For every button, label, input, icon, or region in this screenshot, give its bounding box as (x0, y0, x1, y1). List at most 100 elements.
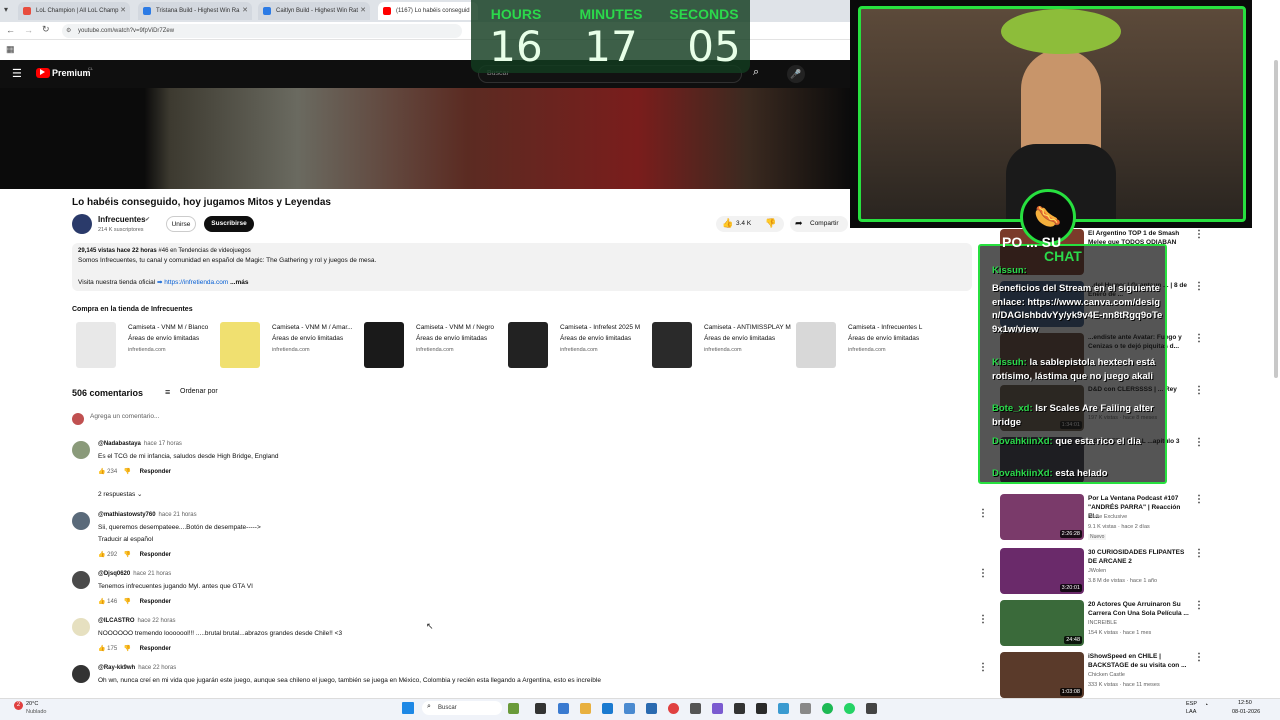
like-icon[interactable]: 👍 (98, 599, 105, 605)
more-options-icon[interactable]: ⋮ (1194, 600, 1204, 611)
more-options-icon[interactable]: ⋮ (1194, 281, 1204, 292)
reply-button[interactable]: Responder (140, 469, 171, 475)
channel-avatar[interactable] (72, 214, 92, 234)
reply-button[interactable]: Responder (140, 646, 171, 652)
close-icon[interactable]: ✕ (120, 2, 126, 20)
clock-time[interactable]: 12:50 (1238, 700, 1252, 706)
recommended-video[interactable]: 2:26:28 Por La Ventana Podcast #107 "ANDR… (1000, 494, 1210, 542)
taskbar-app-icon[interactable] (756, 703, 767, 714)
like-icon[interactable]: 👍 (722, 218, 733, 229)
browser-tab[interactable]: LoL Champion | All LoL Champ ✕ (18, 2, 130, 20)
url-field[interactable]: youtube.com/watch?v=9fpViDr7Zew (62, 24, 462, 38)
like-icon[interactable]: 👍 (98, 552, 105, 558)
close-icon[interactable]: ✕ (242, 2, 248, 20)
shop-product[interactable]: Camiseta - Infrefest 2025 M Áreas de enví… (508, 322, 648, 370)
recommended-video[interactable]: 24:48 20 Actores Que Arruinaron Su Carrer… (1000, 600, 1210, 648)
like-icon[interactable]: 👍 (98, 646, 105, 652)
more-options-icon[interactable]: ⋮ (978, 662, 988, 673)
more-options-icon[interactable]: ⋮ (1194, 437, 1204, 448)
taskbar-app-icon[interactable] (535, 703, 546, 714)
taskbar-app-icon[interactable] (778, 703, 789, 714)
taskbar-app-icon[interactable] (624, 703, 635, 714)
browser-tab-active[interactable]: (1167) Lo habéis conseguid (378, 2, 478, 20)
back-icon[interactable]: ← (6, 25, 15, 35)
apps-icon[interactable]: ▦ (6, 44, 15, 55)
comment-author[interactable]: @Ray-kk9wh (98, 665, 135, 671)
avatar[interactable] (72, 571, 90, 589)
store-link[interactable]: https://infretienda.com (164, 279, 228, 286)
comment-author[interactable]: @ILCASTRO (98, 618, 135, 624)
description-box[interactable]: 29,145 vistas hace 22 horas #46 en Tende… (72, 243, 972, 291)
shop-product[interactable]: Camiseta - Infrecuentes L Áreas de envío … (796, 322, 936, 370)
taskbar-app-icon[interactable] (712, 703, 723, 714)
more-options-icon[interactable]: ⋮ (1194, 652, 1204, 663)
recommended-video[interactable]: 3:20:01 30 CURIOSIDADES FLIPANTES DE ARCA… (1000, 548, 1210, 596)
more-options-icon[interactable]: ⋮ (1194, 229, 1204, 240)
taskbar-app-icon[interactable] (866, 703, 877, 714)
taskbar-app-icon[interactable] (646, 703, 657, 714)
video-title[interactable]: iShowSpeed en CHILE | BACKSTAGE de su vi… (1088, 652, 1192, 670)
translate-link[interactable]: Traducir al español (98, 534, 153, 545)
shop-product[interactable]: Camiseta - VNM M / Negro Áreas de envío l… (364, 322, 504, 370)
browser-tab[interactable]: Caitlyn Build - Highest Win Rat ✕ (258, 2, 370, 20)
forward-icon[interactable]: → (24, 25, 33, 35)
video-channel[interactable]: JWolen (1088, 568, 1106, 574)
taskbar-app-icon[interactable] (558, 703, 569, 714)
more-options-icon[interactable]: ⋮ (978, 508, 988, 519)
video-title[interactable]: 30 CURIOSIDADES FLIPANTES DE ARCANE 2 (1088, 548, 1192, 566)
dislike-icon[interactable]: 👎 (765, 218, 776, 229)
taskbar-app-icon[interactable] (690, 703, 701, 714)
avatar[interactable] (72, 512, 90, 530)
video-channel[interactable]: INCREIBLE (1088, 620, 1117, 626)
video-channel[interactable]: Chicken Castle (1088, 672, 1125, 678)
wifi-icon[interactable]: ◔ (1204, 702, 1208, 709)
video-title[interactable]: 20 Actores Que Arruinaron Su Carrera Con… (1088, 600, 1192, 618)
video-player[interactable] (0, 88, 850, 189)
taskbar-app-icon[interactable] (800, 703, 811, 714)
more-options-icon[interactable]: ⋮ (978, 614, 988, 625)
recommended-video[interactable]: 1:03:08 iShowSpeed en CHILE | BACKSTAGE d… (1000, 652, 1210, 700)
like-icon[interactable]: 👍 (98, 469, 105, 475)
browser-tab[interactable]: Tristana Build - Highest Win Ra ✕ (138, 2, 252, 20)
spotify-icon[interactable] (822, 703, 833, 714)
sort-icon[interactable]: ≡ (165, 387, 170, 397)
more-options-icon[interactable]: ⋮ (1194, 385, 1204, 396)
menu-icon[interactable]: ☰ (12, 67, 22, 80)
taskbar-app-icon[interactable] (508, 703, 519, 714)
weather-temp[interactable]: 20°C (26, 701, 38, 707)
shop-product[interactable]: Camiseta - ANTIMISSPLAY M Áreas de envío … (652, 322, 792, 370)
chrome-icon[interactable] (668, 703, 679, 714)
tab-list-icon[interactable]: ▾ (4, 5, 8, 14)
channel-name[interactable]: Infrecuentes (98, 215, 146, 224)
more-options-icon[interactable]: ⋮ (1194, 548, 1204, 559)
dislike-icon[interactable]: 👎 (124, 646, 131, 652)
scrollbar[interactable] (1274, 60, 1278, 378)
site-info-icon[interactable]: ⚙ (66, 27, 71, 34)
replies-toggle[interactable]: 2 respuestas ⌄ (98, 490, 142, 498)
whatsapp-icon[interactable] (844, 703, 855, 714)
more-options-icon[interactable]: ⋮ (978, 568, 988, 579)
taskbar-search[interactable]: Buscar (422, 701, 502, 715)
avatar[interactable] (72, 618, 90, 636)
reload-icon[interactable]: ↻ (42, 24, 50, 35)
taskbar-app-icon[interactable] (580, 703, 591, 714)
language-indicator[interactable]: ESP (1186, 701, 1197, 707)
windows-start-icon[interactable] (402, 702, 414, 714)
comment-author[interactable]: @Nadabastaya (98, 441, 141, 447)
subscribe-button[interactable]: Suscribirse (204, 216, 254, 232)
taskbar-app-icon[interactable] (602, 703, 613, 714)
reply-button[interactable]: Responder (140, 599, 171, 605)
sort-button[interactable]: Ordenar por (180, 388, 218, 395)
join-button[interactable]: Unirse (166, 216, 196, 232)
video-channel[interactable]: Mullie Exclusive (1088, 514, 1127, 520)
reply-button[interactable]: Responder (140, 552, 171, 558)
more-link[interactable]: ...más (230, 279, 248, 286)
mic-icon[interactable]: 🎤 (787, 65, 805, 83)
taskbar-app-icon[interactable] (734, 703, 745, 714)
dislike-icon[interactable]: 👎 (124, 599, 131, 605)
more-options-icon[interactable]: ⋮ (1194, 494, 1204, 505)
dislike-icon[interactable]: 👎 (124, 469, 131, 475)
add-comment-input[interactable]: Agrega un comentario... (90, 413, 159, 420)
dislike-icon[interactable]: 👎 (124, 552, 131, 558)
avatar[interactable] (72, 441, 90, 459)
